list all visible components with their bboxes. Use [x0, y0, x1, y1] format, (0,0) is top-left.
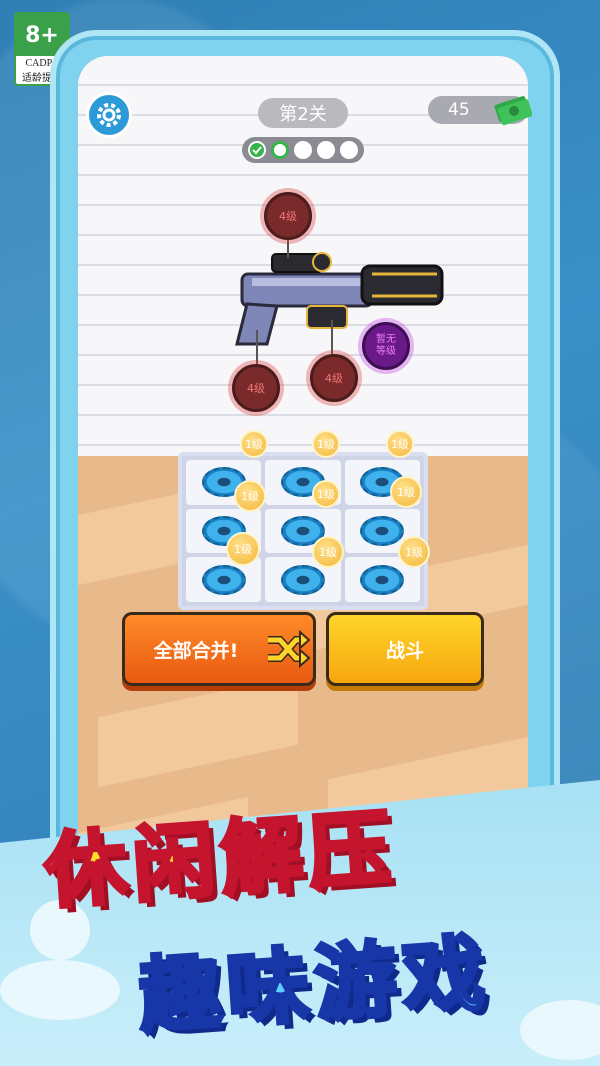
gear-part-icon: [360, 515, 405, 546]
part-level-badge: 1级: [226, 532, 260, 566]
part-level-badge: 1级: [386, 430, 414, 458]
level-indicator: 第2关: [258, 98, 348, 128]
part-level-badge: 1级: [398, 536, 430, 568]
progress-step: [293, 141, 312, 159]
check-icon: [252, 146, 263, 155]
fight-label: 战斗: [385, 639, 424, 662]
gear-icon: [97, 103, 121, 127]
part-level-badge: 1级: [390, 476, 422, 508]
part-level-badge: 1级: [312, 430, 340, 458]
gun-slot-grip[interactable]: 4级: [232, 364, 280, 412]
part-level-badge: 1级: [312, 536, 344, 568]
merge-grid: [178, 452, 428, 610]
part-level-badge: 1级: [312, 480, 340, 508]
shuffle-icon: [268, 630, 310, 668]
level-progress: [242, 137, 364, 163]
gear-part-icon: [201, 564, 246, 595]
fight-button[interactable]: 战斗: [326, 612, 484, 686]
part-level-badge: 1级: [240, 430, 268, 458]
progress-step: [316, 141, 335, 159]
gun-slot-barrel[interactable]: 暂无 等级: [362, 322, 410, 370]
cloud-decoration: [0, 960, 120, 1020]
gun-slot-scope[interactable]: 4级: [264, 192, 312, 240]
cash-icon: [494, 96, 532, 126]
progress-step: [339, 141, 358, 159]
progress-step-done: [248, 141, 267, 159]
gun-slot-magazine[interactable]: 4级: [310, 354, 358, 402]
merge-all-label: 全部合并!: [153, 639, 239, 662]
slot-connector: [256, 330, 258, 366]
settings-button[interactable]: [86, 92, 132, 138]
progress-step-current: [271, 141, 290, 159]
part-level-badge: 1级: [234, 480, 266, 512]
gear-part-icon: [360, 564, 405, 595]
gear-part-icon: [280, 564, 325, 595]
